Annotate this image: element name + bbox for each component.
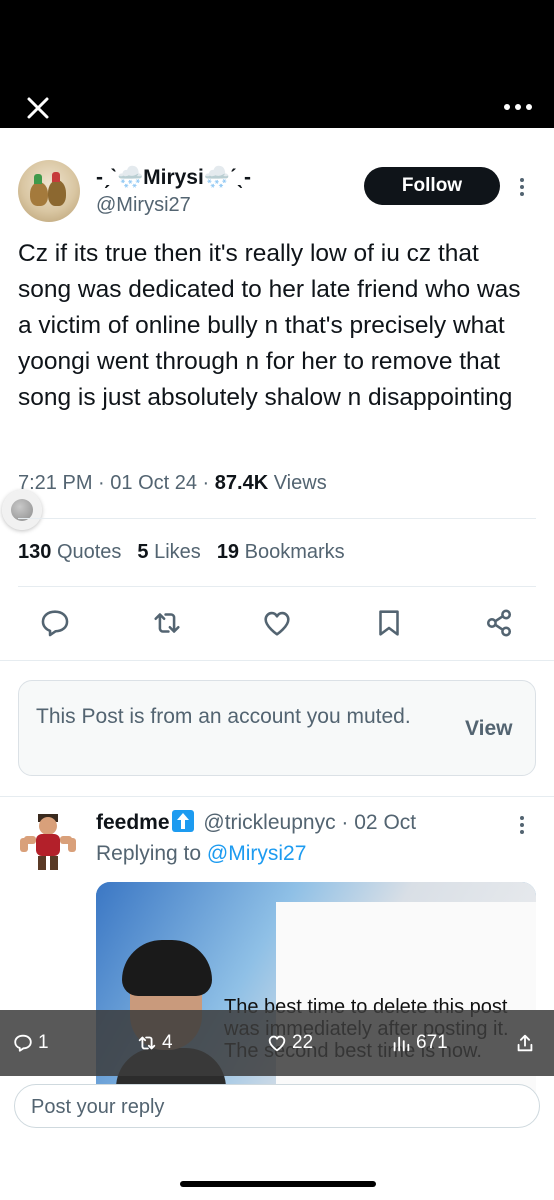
divider [0, 796, 554, 797]
more-horizontal-icon[interactable] [502, 96, 534, 116]
reply-actions-bar: 1 4 22 671 [0, 1010, 554, 1076]
repost-icon[interactable] [150, 606, 184, 640]
share-icon[interactable] [482, 606, 516, 640]
avatar[interactable] [18, 160, 80, 222]
replying-to-link[interactable]: @Mirysi27 [207, 842, 307, 865]
reply-composer[interactable] [14, 1084, 540, 1128]
reply-reply-count: 1 [38, 1032, 49, 1053]
post-text: Cz if its true then it's really low of i… [18, 240, 521, 411]
close-icon[interactable] [24, 94, 52, 122]
author-name[interactable]: -ˏˋ🌨️Mirysi🌨️ˊˎ- [96, 166, 251, 190]
reply-repost-count: 4 [162, 1032, 173, 1053]
reply-author-name[interactable]: feedme [96, 811, 170, 834]
reply-header: feedme @trickleupnyc · 02 Oct [96, 810, 417, 834]
replying-to: Replying to @Mirysi27 [96, 842, 307, 865]
view-button[interactable]: View [465, 717, 512, 741]
more-vertical-icon[interactable] [518, 814, 526, 836]
more-vertical-icon[interactable] [518, 176, 526, 198]
reply-views-button[interactable]: 671 [390, 1031, 448, 1055]
divider [0, 660, 554, 661]
follow-button[interactable]: Follow [364, 167, 500, 205]
reply-icon[interactable] [38, 606, 72, 640]
reply-like-count: 22 [292, 1032, 314, 1053]
quotes-stat[interactable]: 130 Quotes [18, 541, 121, 563]
likes-stat[interactable]: 5 Likes [137, 541, 200, 563]
reply-author-handle[interactable]: @trickleupnyc [203, 811, 335, 834]
views-count: 87.4K [214, 472, 269, 494]
reply-reply-button[interactable]: 1 [12, 1031, 49, 1055]
bookmark-icon[interactable] [372, 606, 406, 640]
reply-date: 02 Oct [354, 811, 417, 834]
muted-notice: This Post is from an account you muted. … [18, 680, 536, 776]
divider [18, 586, 536, 587]
top-bar [0, 0, 554, 128]
divider [18, 518, 536, 519]
assistive-touch-icon[interactable] [2, 490, 42, 530]
reply-like-button[interactable]: 22 [266, 1031, 313, 1055]
arrow-up-badge-icon [171, 810, 194, 832]
post-stats: 130 Quotes 5 Likes 19 Bookmarks [18, 541, 345, 564]
reply-repost-button[interactable]: 4 [136, 1031, 173, 1055]
views-label: Views [273, 472, 327, 494]
muted-notice-text: This Post is from an account you muted. [36, 705, 411, 728]
like-icon[interactable] [260, 606, 294, 640]
reply-input[interactable] [31, 1093, 511, 1121]
post-meta: 7:21 PM · 01 Oct 24 · 87.4K Views [18, 472, 327, 494]
reply-avatar[interactable] [16, 810, 80, 874]
home-indicator[interactable] [180, 1181, 376, 1187]
author-handle[interactable]: @Mirysi27 [96, 194, 191, 217]
post-date: 01 Oct 24 [110, 472, 197, 494]
reply-view-count: 671 [416, 1032, 448, 1053]
reply-share-icon[interactable] [514, 1031, 540, 1055]
bookmarks-stat[interactable]: 19 Bookmarks [217, 541, 345, 563]
